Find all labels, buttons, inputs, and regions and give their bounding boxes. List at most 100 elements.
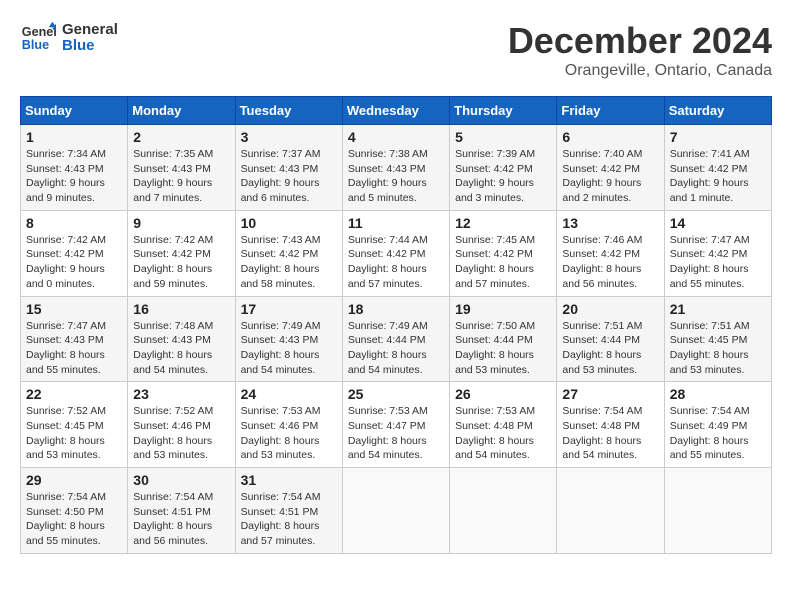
day-cell bbox=[557, 468, 664, 554]
day-cell: 14 Sunrise: 7:47 AM Sunset: 4:42 PM Dayli… bbox=[664, 210, 771, 296]
day-info: Sunrise: 7:35 AM Sunset: 4:43 PM Dayligh… bbox=[133, 147, 229, 206]
day-cell: 19 Sunrise: 7:50 AM Sunset: 4:44 PM Dayli… bbox=[450, 296, 557, 382]
day-cell: 31 Sunrise: 7:54 AM Sunset: 4:51 PM Dayli… bbox=[235, 468, 342, 554]
day-number: 3 bbox=[241, 129, 337, 145]
week-row-2: 8 Sunrise: 7:42 AM Sunset: 4:42 PM Daylig… bbox=[21, 210, 772, 296]
day-cell: 27Sunrise: 7:54 AM Sunset: 4:48 PM Dayli… bbox=[557, 382, 664, 468]
day-number: 2 bbox=[133, 129, 229, 145]
page-header: General Blue General Blue December 2024 … bbox=[20, 20, 772, 80]
day-cell: 20Sunrise: 7:51 AM Sunset: 4:44 PM Dayli… bbox=[557, 296, 664, 382]
day-number: 10 bbox=[241, 215, 337, 231]
day-number: 29 bbox=[26, 472, 122, 488]
day-number: 12 bbox=[455, 215, 551, 231]
weekday-header-saturday: Saturday bbox=[664, 97, 771, 125]
day-cell: 2 Sunrise: 7:35 AM Sunset: 4:43 PM Daylig… bbox=[128, 125, 235, 211]
day-number: 9 bbox=[133, 215, 229, 231]
weekday-header-sunday: Sunday bbox=[21, 97, 128, 125]
weekday-header-row: SundayMondayTuesdayWednesdayThursdayFrid… bbox=[21, 97, 772, 125]
day-info: Sunrise: 7:47 AM Sunset: 4:42 PM Dayligh… bbox=[670, 233, 766, 292]
day-info: Sunrise: 7:52 AM Sunset: 4:45 PM Dayligh… bbox=[26, 404, 122, 463]
weekday-header-friday: Friday bbox=[557, 97, 664, 125]
day-info: Sunrise: 7:53 AM Sunset: 4:48 PM Dayligh… bbox=[455, 404, 551, 463]
day-info: Sunrise: 7:38 AM Sunset: 4:43 PM Dayligh… bbox=[348, 147, 444, 206]
day-cell: 22 Sunrise: 7:52 AM Sunset: 4:45 PM Dayli… bbox=[21, 382, 128, 468]
location: Orangeville, Ontario, Canada bbox=[508, 62, 772, 80]
day-number: 28 bbox=[670, 386, 766, 402]
day-number: 23 bbox=[133, 386, 229, 402]
day-number: 11 bbox=[348, 215, 444, 231]
day-info: Sunrise: 7:46 AM Sunset: 4:42 PM Dayligh… bbox=[562, 233, 658, 292]
day-cell: 11 Sunrise: 7:44 AM Sunset: 4:42 PM Dayli… bbox=[342, 210, 449, 296]
day-number: 18 bbox=[348, 301, 444, 317]
day-cell: 18 Sunrise: 7:49 AM Sunset: 4:44 PM Dayli… bbox=[342, 296, 449, 382]
day-number: 30 bbox=[133, 472, 229, 488]
week-row-5: 29 Sunrise: 7:54 AM Sunset: 4:50 PM Dayli… bbox=[21, 468, 772, 554]
day-number: 22 bbox=[26, 386, 122, 402]
day-cell: 5 Sunrise: 7:39 AM Sunset: 4:42 PM Daylig… bbox=[450, 125, 557, 211]
day-number: 14 bbox=[670, 215, 766, 231]
logo-blue: Blue bbox=[62, 38, 118, 55]
day-info: Sunrise: 7:52 AM Sunset: 4:46 PM Dayligh… bbox=[133, 404, 229, 463]
day-number: 15 bbox=[26, 301, 122, 317]
day-number: 17 bbox=[241, 301, 337, 317]
day-info: Sunrise: 7:50 AM Sunset: 4:44 PM Dayligh… bbox=[455, 319, 551, 378]
day-info: Sunrise: 7:47 AM Sunset: 4:43 PM Dayligh… bbox=[26, 319, 122, 378]
day-info: Sunrise: 7:49 AM Sunset: 4:43 PM Dayligh… bbox=[241, 319, 337, 378]
day-number: 6 bbox=[562, 129, 658, 145]
day-info: Sunrise: 7:54 AM Sunset: 4:49 PM Dayligh… bbox=[670, 404, 766, 463]
logo-general: General bbox=[62, 22, 118, 39]
day-info: Sunrise: 7:39 AM Sunset: 4:42 PM Dayligh… bbox=[455, 147, 551, 206]
day-info: Sunrise: 7:51 AM Sunset: 4:45 PM Dayligh… bbox=[670, 319, 766, 378]
day-cell: 7 Sunrise: 7:41 AM Sunset: 4:42 PM Daylig… bbox=[664, 125, 771, 211]
day-info: Sunrise: 7:43 AM Sunset: 4:42 PM Dayligh… bbox=[241, 233, 337, 292]
day-cell: 13Sunrise: 7:46 AM Sunset: 4:42 PM Dayli… bbox=[557, 210, 664, 296]
day-info: Sunrise: 7:53 AM Sunset: 4:47 PM Dayligh… bbox=[348, 404, 444, 463]
week-row-4: 22 Sunrise: 7:52 AM Sunset: 4:45 PM Dayli… bbox=[21, 382, 772, 468]
day-cell: 9 Sunrise: 7:42 AM Sunset: 4:42 PM Daylig… bbox=[128, 210, 235, 296]
day-cell: 12 Sunrise: 7:45 AM Sunset: 4:42 PM Dayli… bbox=[450, 210, 557, 296]
day-info: Sunrise: 7:48 AM Sunset: 4:43 PM Dayligh… bbox=[133, 319, 229, 378]
day-number: 27 bbox=[562, 386, 658, 402]
day-cell: 15 Sunrise: 7:47 AM Sunset: 4:43 PM Dayli… bbox=[21, 296, 128, 382]
day-number: 19 bbox=[455, 301, 551, 317]
day-info: Sunrise: 7:54 AM Sunset: 4:51 PM Dayligh… bbox=[241, 490, 337, 549]
day-number: 7 bbox=[670, 129, 766, 145]
logo-icon: General Blue bbox=[20, 20, 56, 56]
svg-text:Blue: Blue bbox=[22, 38, 49, 52]
day-cell: 8Sunrise: 7:42 AM Sunset: 4:42 PM Daylig… bbox=[21, 210, 128, 296]
day-cell: 26Sunrise: 7:53 AM Sunset: 4:48 PM Dayli… bbox=[450, 382, 557, 468]
day-info: Sunrise: 7:44 AM Sunset: 4:42 PM Dayligh… bbox=[348, 233, 444, 292]
day-info: Sunrise: 7:45 AM Sunset: 4:42 PM Dayligh… bbox=[455, 233, 551, 292]
day-info: Sunrise: 7:54 AM Sunset: 4:51 PM Dayligh… bbox=[133, 490, 229, 549]
day-number: 25 bbox=[348, 386, 444, 402]
day-info: Sunrise: 7:54 AM Sunset: 4:50 PM Dayligh… bbox=[26, 490, 122, 549]
weekday-header-wednesday: Wednesday bbox=[342, 97, 449, 125]
day-number: 8 bbox=[26, 215, 122, 231]
day-number: 5 bbox=[455, 129, 551, 145]
day-cell: 30 Sunrise: 7:54 AM Sunset: 4:51 PM Dayli… bbox=[128, 468, 235, 554]
weekday-header-tuesday: Tuesday bbox=[235, 97, 342, 125]
day-cell bbox=[664, 468, 771, 554]
day-info: Sunrise: 7:42 AM Sunset: 4:42 PM Dayligh… bbox=[133, 233, 229, 292]
day-cell: 4Sunrise: 7:38 AM Sunset: 4:43 PM Daylig… bbox=[342, 125, 449, 211]
weekday-header-monday: Monday bbox=[128, 97, 235, 125]
day-cell: 17 Sunrise: 7:49 AM Sunset: 4:43 PM Dayli… bbox=[235, 296, 342, 382]
day-cell: 23 Sunrise: 7:52 AM Sunset: 4:46 PM Dayli… bbox=[128, 382, 235, 468]
title-block: December 2024 Orangeville, Ontario, Cana… bbox=[508, 20, 772, 80]
calendar-table: SundayMondayTuesdayWednesdayThursdayFrid… bbox=[20, 96, 772, 554]
day-number: 16 bbox=[133, 301, 229, 317]
day-number: 31 bbox=[241, 472, 337, 488]
day-cell: 16 Sunrise: 7:48 AM Sunset: 4:43 PM Dayli… bbox=[128, 296, 235, 382]
day-info: Sunrise: 7:49 AM Sunset: 4:44 PM Dayligh… bbox=[348, 319, 444, 378]
week-row-3: 15 Sunrise: 7:47 AM Sunset: 4:43 PM Dayli… bbox=[21, 296, 772, 382]
month-title: December 2024 bbox=[508, 20, 772, 62]
day-info: Sunrise: 7:41 AM Sunset: 4:42 PM Dayligh… bbox=[670, 147, 766, 206]
day-info: Sunrise: 7:51 AM Sunset: 4:44 PM Dayligh… bbox=[562, 319, 658, 378]
day-info: Sunrise: 7:40 AM Sunset: 4:42 PM Dayligh… bbox=[562, 147, 658, 206]
day-cell: 25 Sunrise: 7:53 AM Sunset: 4:47 PM Dayli… bbox=[342, 382, 449, 468]
day-info: Sunrise: 7:53 AM Sunset: 4:46 PM Dayligh… bbox=[241, 404, 337, 463]
day-info: Sunrise: 7:37 AM Sunset: 4:43 PM Dayligh… bbox=[241, 147, 337, 206]
logo: General Blue General Blue bbox=[20, 20, 118, 56]
day-cell bbox=[450, 468, 557, 554]
day-cell: 3 Sunrise: 7:37 AM Sunset: 4:43 PM Daylig… bbox=[235, 125, 342, 211]
